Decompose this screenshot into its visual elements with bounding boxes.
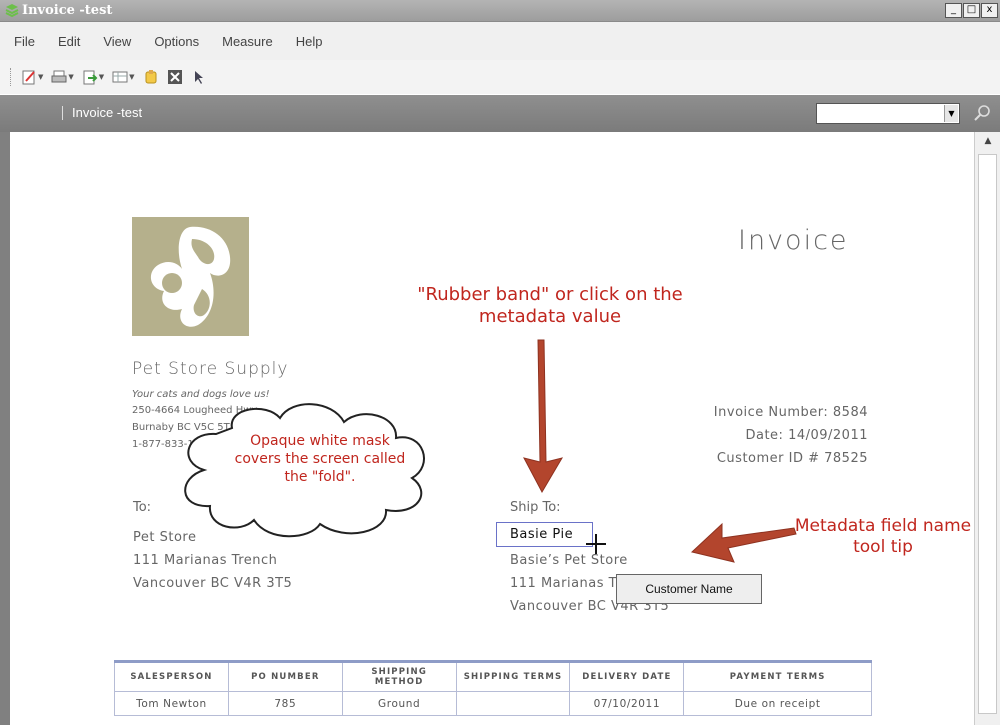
maximize-button[interactable]: □ [963,3,980,18]
table-header: SHIPPING TERMS [455,661,571,692]
scroll-up-icon[interactable]: ▲ [982,136,994,150]
edit-button[interactable]: ▼ [21,68,43,86]
edit-icon [22,70,35,85]
rubber-band-arrow [523,339,564,494]
rubber-band-annotation: "Rubber band" or click on the metadata v… [417,284,683,327]
invoice-page: Pet Store Supply Your cats and dogs love… [10,132,974,725]
pointer-icon [194,71,203,84]
dropdown-arrow-icon[interactable]: ▼ [944,105,958,122]
menu-view[interactable]: View [103,34,131,49]
close-doc-icon [167,70,182,84]
toolbar: ▼ ▼ ▼ ▼ [0,60,1000,94]
table-cell[interactable]: Ground [341,691,457,716]
close-button[interactable]: x [981,3,998,18]
app-icon [5,4,19,18]
ship-to-customer-name[interactable]: Basie Pie [510,527,573,542]
invoice-number[interactable]: Invoice Number: 8584 [714,405,868,420]
rubber-band-selection[interactable]: Basie Pie [496,522,593,547]
layout-button[interactable]: ▼ [112,68,135,86]
invoice-title: Invoice [738,225,849,256]
invoice-date[interactable]: Date: 14/09/2011 [745,428,868,443]
title-bar: Invoice -test _ □ x [0,0,1000,22]
customer-id[interactable]: Customer ID # 78525 [717,451,868,466]
table-header-row: SALESPERSON PO NUMBER SHIPPING METHOD SH… [114,661,872,692]
table-cell[interactable]: 785 [227,691,343,716]
company-address-line: 250-4664 Lougheed Hwy [132,405,258,416]
metadata-tooltip-annotation: Metadata field name tool tip [794,516,972,557]
menu-options[interactable]: Options [154,34,199,49]
invoice-table: SALESPERSON PO NUMBER SHIPPING METHOD SH… [114,660,872,716]
left-border [0,132,10,725]
fold-annotation: Opaque white mask covers the screen call… [234,433,406,485]
minimize-button[interactable]: _ [945,3,962,18]
dropdown-caret-icon: ▼ [98,73,105,81]
tooltip-arrow [690,522,797,563]
metadata-tooltip: Customer Name [616,574,762,604]
scroll-thumb[interactable] [978,154,997,714]
menu-measure[interactable]: Measure [222,34,273,49]
layout-icon [112,71,128,83]
vertical-scrollbar[interactable]: ▲ [974,132,1000,725]
to-line[interactable]: 111 Marianas Trench [133,553,277,568]
table-header: DELIVERY DATE [569,661,685,692]
toolbar-grip[interactable] [10,68,13,86]
export-icon [83,70,98,85]
menu-edit[interactable]: Edit [58,34,80,49]
pet-logo [132,217,249,336]
document-tab-bar: Invoice -test ▼ [0,95,1000,132]
table-cell[interactable] [455,691,571,716]
separator [62,106,63,120]
company-name: Pet Store Supply [132,359,289,379]
company-address-line: Burnaby BC V5C 5T5 [132,422,237,433]
table-row: Tom Newton 785 Ground 07/10/2011 Due on … [114,691,872,716]
search-icon[interactable] [972,103,992,123]
table-header: PAYMENT TERMS [683,661,872,692]
to-line[interactable]: Pet Store [133,530,196,545]
search-combo[interactable]: ▼ [816,103,960,124]
document-tab[interactable]: Invoice -test [72,105,142,120]
export-button[interactable]: ▼ [82,68,104,86]
ship-to-line[interactable]: Basie’s Pet Store [510,553,628,568]
table-cell[interactable]: Tom Newton [114,691,229,716]
table-header: SALESPERSON [114,661,229,692]
ship-to-label: Ship To: [510,500,561,515]
table-header: SHIPPING METHOD [341,661,457,692]
company-tagline: Your cats and dogs love us! [132,389,270,400]
print-icon [51,70,67,83]
highlight-button[interactable] [143,68,159,86]
company-phone: 1-877-833-1202 [132,439,213,450]
pointer-button[interactable] [191,68,207,86]
dropdown-caret-icon: ▼ [38,73,44,81]
print-button[interactable]: ▼ [51,68,74,86]
menu-bar: File Edit View Options Measure Help [0,22,1000,60]
table-cell[interactable]: Due on receipt [683,691,872,716]
highlight-icon [145,70,157,84]
close-document-button[interactable] [167,68,183,86]
menu-help[interactable]: Help [296,34,323,49]
crosshair-cursor-icon [586,534,606,554]
to-line[interactable]: Vancouver BC V4R 3T5 [133,576,292,591]
table-cell[interactable]: 07/10/2011 [569,691,685,716]
dropdown-caret-icon: ▼ [68,73,74,81]
table-header: PO NUMBER [227,661,343,692]
menu-file[interactable]: File [14,34,35,49]
dropdown-caret-icon: ▼ [129,73,135,81]
to-label: To: [133,500,152,515]
window-title: Invoice -test [22,3,113,18]
